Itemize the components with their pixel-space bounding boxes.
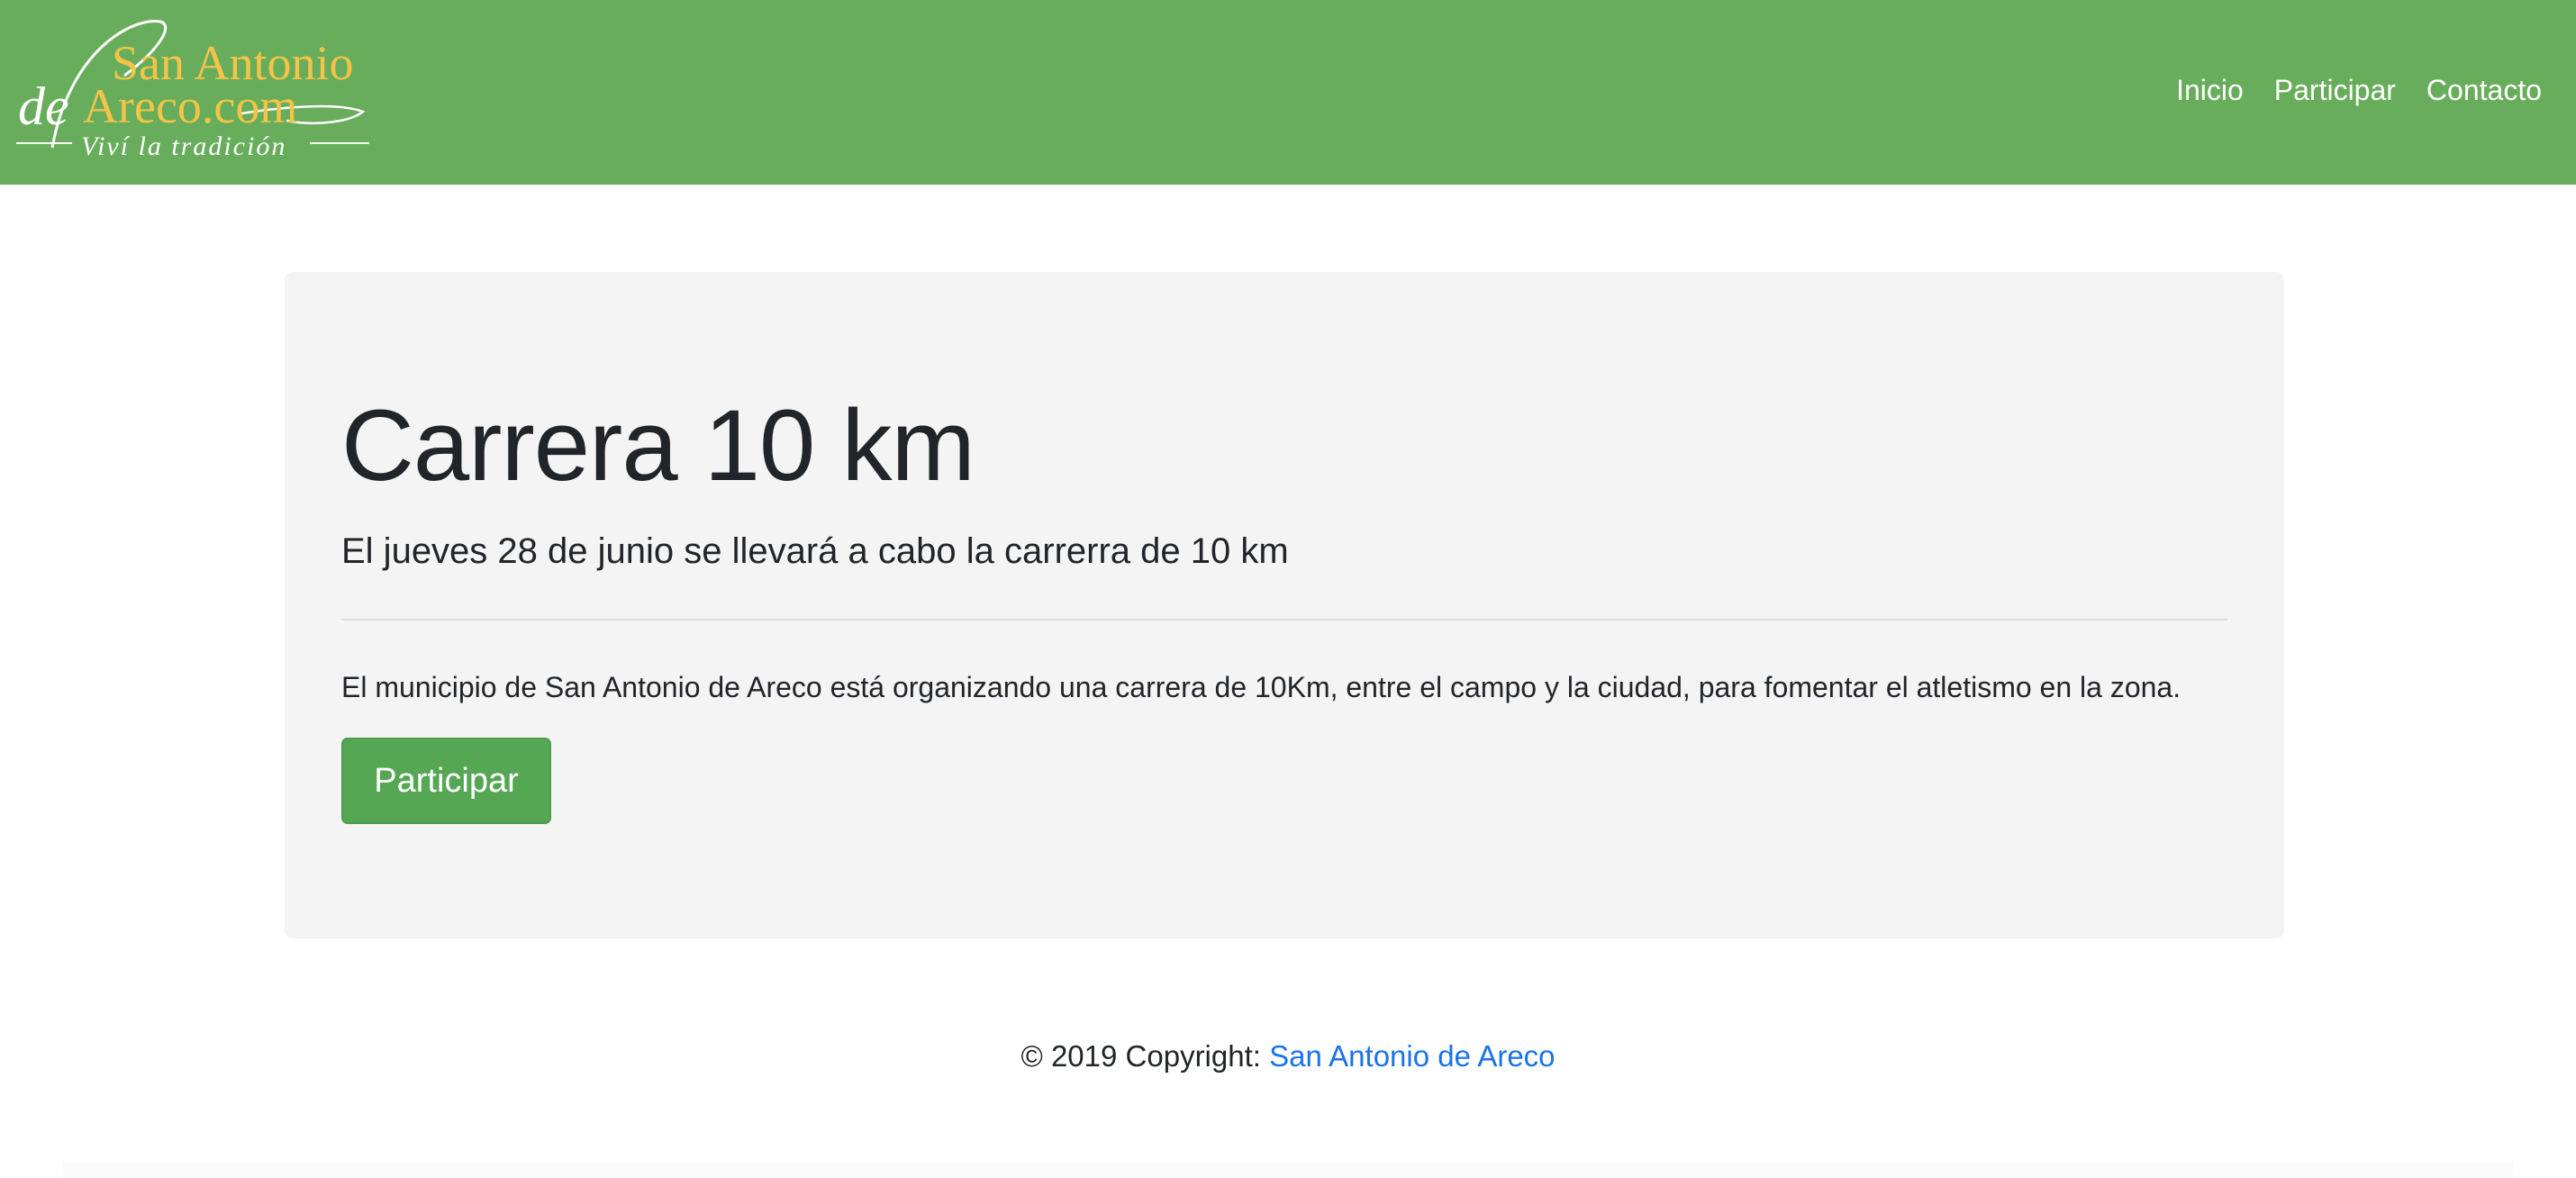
logo-line2: Areco.com (83, 79, 297, 133)
logo-tagline: Viví la tradición (81, 131, 286, 161)
page-footer: © 2019 Copyright: San Antonio de Areco (0, 1031, 2576, 1082)
page-title: Carrera 10 km (341, 389, 975, 502)
site-logo[interactable]: San Antonio de Areco.com Viví la tradici… (16, 13, 385, 175)
logo-line2-prefix: de (18, 77, 69, 136)
footer-link-san-antonio[interactable]: San Antonio de Areco (1269, 1039, 1555, 1073)
participar-button[interactable]: Participar (341, 738, 551, 824)
nav-link-inicio[interactable]: Inicio (2176, 63, 2244, 117)
nav-link-contacto[interactable]: Contacto (2426, 63, 2542, 117)
copyright-text: © 2019 Copyright: (1020, 1039, 1270, 1073)
logo-graphic: San Antonio de Areco.com Viví la tradici… (16, 20, 369, 161)
event-jumbotron: Carrera 10 km El jueves 28 de junio se l… (285, 272, 2284, 938)
nav-link-participar[interactable]: Participar (2274, 63, 2396, 117)
event-description: El municipio de San Antonio de Areco est… (341, 671, 2181, 703)
top-navbar: San Antonio de Areco.com Viví la tradici… (0, 0, 2576, 185)
event-lead: El jueves 28 de junio se llevará a cabo … (341, 531, 1289, 571)
footer-shadow (63, 1162, 2513, 1178)
main-nav: Inicio Participar Contacto (2176, 63, 2542, 117)
section-divider (341, 619, 2227, 621)
